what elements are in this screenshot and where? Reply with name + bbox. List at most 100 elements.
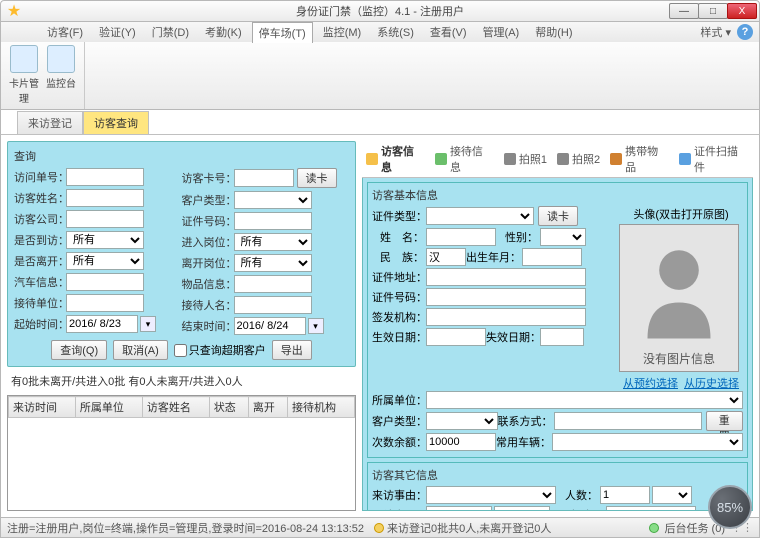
leave-time-input[interactable]	[494, 506, 550, 511]
valid-from-input[interactable]	[426, 328, 486, 346]
start-date-input[interactable]	[66, 315, 138, 333]
col-unit[interactable]: 所属单位	[75, 397, 142, 418]
basic-cust-type[interactable]	[426, 412, 498, 430]
search-button[interactable]: 查询(Q)	[51, 340, 107, 360]
read-card-button[interactable]: 读卡	[297, 168, 337, 188]
addr-input[interactable]	[426, 268, 586, 286]
rtab-visitor-info[interactable]: 访客信息	[366, 143, 425, 175]
people-extra-select[interactable]	[652, 486, 692, 504]
basic-title: 访客基本信息	[372, 187, 743, 203]
other-title: 访客其它信息	[372, 467, 743, 483]
card-no-input[interactable]	[234, 169, 294, 187]
vehicle-select[interactable]	[552, 433, 743, 451]
tab-query[interactable]: 访客查询	[83, 111, 149, 134]
out-post-select[interactable]: 所有	[234, 254, 312, 272]
camera-icon	[557, 153, 569, 165]
cancel-button[interactable]: 取消(A)	[113, 340, 168, 360]
menu-view[interactable]: 查看(V)	[424, 22, 473, 42]
id-type-select[interactable]	[426, 207, 534, 225]
id-no-input[interactable]	[234, 212, 312, 230]
contact-input[interactable]	[554, 412, 702, 430]
menu-door[interactable]: 门禁(D)	[146, 22, 195, 42]
col-visit-time[interactable]: 来访时间	[9, 397, 76, 418]
col-recv-org[interactable]: 接待机构	[288, 397, 355, 418]
goods-input[interactable]	[234, 275, 312, 293]
birth-input[interactable]	[522, 248, 582, 266]
results-grid[interactable]: 来访时间 所属单位 访客姓名 状态 离开 接待机构	[7, 395, 356, 511]
camera-icon	[504, 153, 516, 165]
visit-no-input[interactable]	[66, 168, 144, 186]
company-input[interactable]	[66, 210, 144, 228]
rtab-photo2[interactable]: 拍照2	[557, 143, 600, 175]
monitor-icon	[47, 45, 75, 73]
close-button[interactable]: X	[727, 3, 757, 19]
cust-type-select[interactable]	[234, 191, 312, 209]
grid-summary: 有0批未离开/共进入0批 有0人未离开/共进入0人	[11, 373, 356, 389]
document-tabs: 来访登记 访客查询	[0, 110, 760, 134]
menu-help[interactable]: 帮助(H)	[529, 22, 578, 42]
people-input[interactable]	[600, 486, 650, 504]
menu-parking[interactable]: 停车场(T)	[252, 22, 313, 43]
window-title: 身份证门禁（监控）4.1 - 注册用户	[296, 3, 464, 19]
issue-input[interactable]	[426, 308, 586, 326]
car-info-input[interactable]	[66, 273, 144, 291]
col-status[interactable]: 状态	[209, 397, 248, 418]
reason-select[interactable]	[426, 486, 556, 504]
menu-visitor[interactable]: 访客(F)	[41, 22, 89, 42]
maximize-button[interactable]: □	[698, 3, 728, 19]
sex-select[interactable]	[540, 228, 586, 246]
tab-register[interactable]: 来访登记	[17, 111, 83, 134]
calendar-icon[interactable]: ▾	[140, 316, 156, 332]
progress-overlay: 85%	[708, 485, 752, 529]
menu-attendance[interactable]: 考勤(K)	[199, 22, 248, 42]
col-name[interactable]: 访客姓名	[142, 397, 209, 418]
menu-verify[interactable]: 验证(Y)	[93, 22, 142, 42]
card-icon	[10, 45, 38, 73]
recv-unit-input[interactable]	[66, 294, 144, 312]
help-icon[interactable]: ?	[737, 24, 753, 40]
rtab-scan[interactable]: 证件扫描件	[679, 143, 749, 175]
left-select[interactable]: 所有	[66, 252, 144, 270]
rtab-reception[interactable]: 接待信息	[435, 143, 494, 175]
in-post-select[interactable]: 所有	[234, 233, 312, 251]
reception-icon	[435, 153, 447, 165]
photo-box[interactable]: 没有图片信息	[619, 224, 739, 372]
rtab-photo1[interactable]: 拍照1	[504, 143, 547, 175]
recv-person-input[interactable]	[234, 296, 312, 314]
menu-system[interactable]: 系统(S)	[371, 22, 420, 42]
query-title: 查询	[14, 148, 349, 164]
style-dropdown[interactable]: 样式 ▾	[700, 24, 731, 40]
col-leave[interactable]: 离开	[248, 397, 287, 418]
calendar-icon[interactable]: ▾	[308, 318, 324, 334]
read-id-button[interactable]: 读卡	[538, 206, 578, 226]
right-tabs: 访客信息 接待信息 拍照1 拍照2 携带物品 证件扫描件	[362, 141, 753, 178]
status-dot-icon	[374, 523, 384, 533]
status-login: 注册=注册用户,岗位=终端,操作员=管理员,登录时间=2016-08-24 13…	[7, 520, 364, 536]
ribbon-monitor-console[interactable]: 监控台	[44, 45, 78, 90]
valid-to-input[interactable]	[540, 328, 584, 346]
rtab-goods[interactable]: 携带物品	[610, 143, 669, 175]
scan-icon	[679, 153, 691, 165]
leave-date-input[interactable]	[426, 506, 492, 511]
minimize-button[interactable]: —	[669, 3, 699, 19]
count-input[interactable]	[426, 433, 496, 451]
nation-input[interactable]	[426, 248, 466, 266]
dept-select[interactable]	[426, 391, 743, 409]
reset-button[interactable]: 重置	[706, 411, 743, 431]
idno-input[interactable]	[426, 288, 586, 306]
visitor-name-input[interactable]	[66, 189, 144, 207]
end-date-input[interactable]	[234, 317, 306, 335]
basic-name-input[interactable]	[426, 228, 496, 246]
export-button[interactable]: 导出	[272, 340, 312, 360]
title-bar: ★ 身份证门禁（监控）4.1 - 注册用户 — □ X	[0, 0, 760, 22]
overdue-checkbox[interactable]: 只查询超期客户	[174, 342, 266, 358]
ribbon-card-manage[interactable]: 卡片管理	[7, 45, 41, 105]
arrived-select[interactable]: 所有	[66, 231, 144, 249]
from-appointment-link[interactable]: 从预约选择	[623, 375, 678, 391]
status-visitors: 来访登记0批共0人,未离开登记0人	[387, 520, 551, 536]
from-history-link[interactable]: 从历史选择	[684, 375, 739, 391]
menu-monitor[interactable]: 监控(M)	[317, 22, 368, 42]
menu-manage[interactable]: 管理(A)	[477, 22, 526, 42]
deposit-select[interactable]: 0	[606, 506, 696, 511]
photo-title: 头像(双击打开原图)	[619, 206, 743, 222]
